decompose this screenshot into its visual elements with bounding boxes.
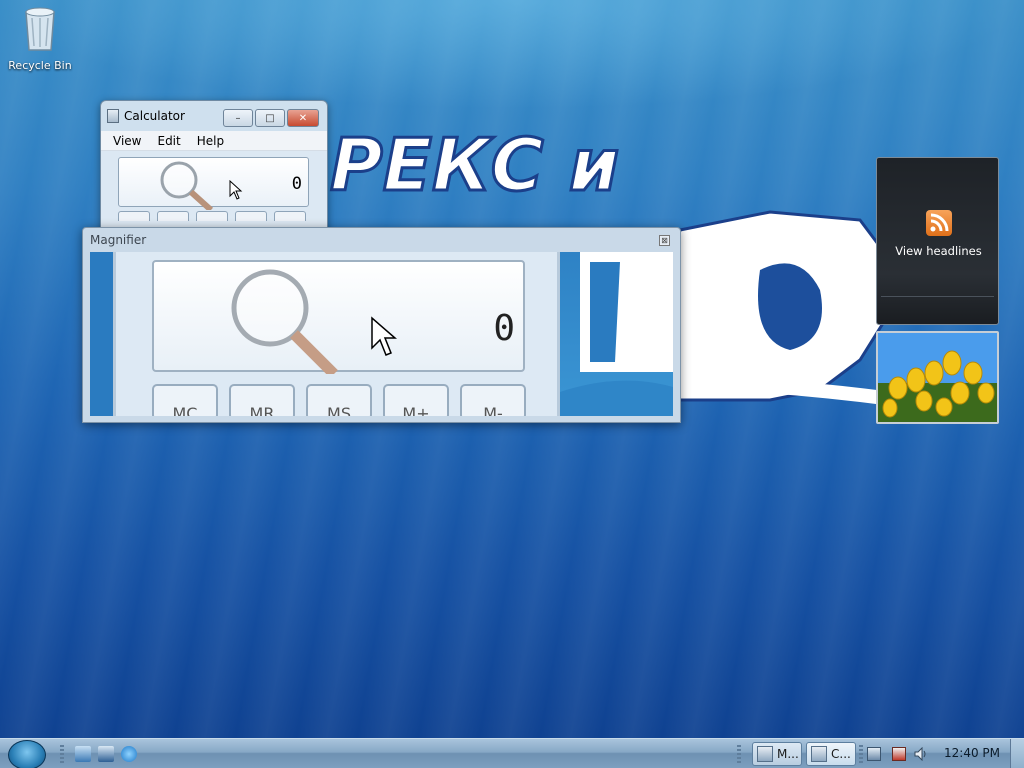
zoomed-magnifier-lens-icon [231,269,338,374]
calculator-display: 0 [118,157,309,210]
magnifier-title: Magnifier [90,233,147,247]
recycle-bin-label: Recycle Bin [8,59,72,72]
calculator-key[interactable] [274,211,306,221]
magnifier-app-icon [757,746,773,762]
calculator-title: Calculator [124,109,185,123]
taskbar-button-label: C... [831,747,851,761]
minimize-button[interactable]: – [223,109,253,127]
recycle-bin-shortcut[interactable]: Recycle Bin [6,6,74,72]
calculator-titlebar[interactable]: Calculator – □ ✕ [101,101,327,131]
calculator-app-icon [811,746,827,762]
action-center-icon[interactable] [892,747,906,761]
taskbar-button-label: M... [777,747,799,761]
recycle-bin-icon [25,7,55,51]
taskbar-grip[interactable] [60,745,64,763]
magnifier-titlebar[interactable]: Magnifier ⊠ [83,228,680,252]
system-clock[interactable]: 12:40 PM [944,746,1000,760]
maximize-button[interactable]: □ [255,109,285,127]
magnifier-lens-icon [160,161,214,210]
zoomed-display: 0 [152,260,525,374]
magnifier-close-button[interactable]: ⊠ [659,235,670,246]
zoomed-key-mminus: M- [460,384,526,416]
calculator-body: 0 [101,151,327,234]
slideshow-gadget[interactable] [876,331,999,424]
calculator-key[interactable] [235,211,267,221]
zoomed-key-mplus: M+ [383,384,449,416]
menu-view[interactable]: View [107,134,147,148]
show-desktop-button[interactable] [1010,739,1024,768]
view-headlines-link[interactable]: View headlines [877,244,1000,258]
gadget-divider [881,296,994,297]
zoomed-mouse-cursor-icon [371,316,398,356]
calculator-keys [118,211,310,221]
show-desktop-icon[interactable] [75,746,91,762]
wallpaper-logo-text: РЕКС и [330,123,619,207]
zoomed-memory-keys: MC MR MS M+ M- [152,384,526,416]
magnifier-view: 0 MC MR MS M+ M- [90,252,673,416]
zoomed-key-ms: MS [306,384,372,416]
mouse-cursor-icon [229,180,243,200]
calculator-menubar: View Edit Help [101,131,327,151]
network-icon[interactable] [867,747,881,761]
taskbar-button-magnifier[interactable]: M... [752,742,802,766]
taskbar-button-calculator[interactable]: C... [806,742,856,766]
taskbar: M... C... 12:40 PM [0,738,1024,768]
tulips-photo [878,333,997,422]
calculator-display-value: 0 [291,174,302,194]
menu-edit[interactable]: Edit [151,134,186,148]
zoomed-display-value: 0 [493,308,515,349]
switch-windows-icon[interactable] [98,746,114,762]
calculator-key[interactable] [157,211,189,221]
calculator-key[interactable] [118,211,150,221]
tray-grip [859,745,863,763]
zoomed-calculator: 0 MC MR MS M+ M- [113,252,560,416]
zoomed-key-mc: MC [152,384,218,416]
menu-help[interactable]: Help [191,134,230,148]
magnifier-window[interactable]: Magnifier ⊠ 0 MC MR MS M+ M- [82,227,681,423]
wallpaper-water-surface [0,0,1024,110]
feed-headlines-gadget[interactable]: View headlines [876,157,999,325]
calculator-key[interactable] [196,211,228,221]
close-button[interactable]: ✕ [287,109,319,127]
zoomed-key-mr: MR [229,384,295,416]
calculator-window[interactable]: Calculator – □ ✕ View Edit Help 0 [100,100,328,235]
zoomed-wallpaper [560,252,673,416]
internet-explorer-icon[interactable] [121,746,137,762]
rss-icon [926,210,952,236]
taskbar-grip[interactable] [737,745,741,763]
volume-icon[interactable] [914,746,928,762]
calculator-app-icon [107,109,119,123]
start-button[interactable] [8,740,46,768]
